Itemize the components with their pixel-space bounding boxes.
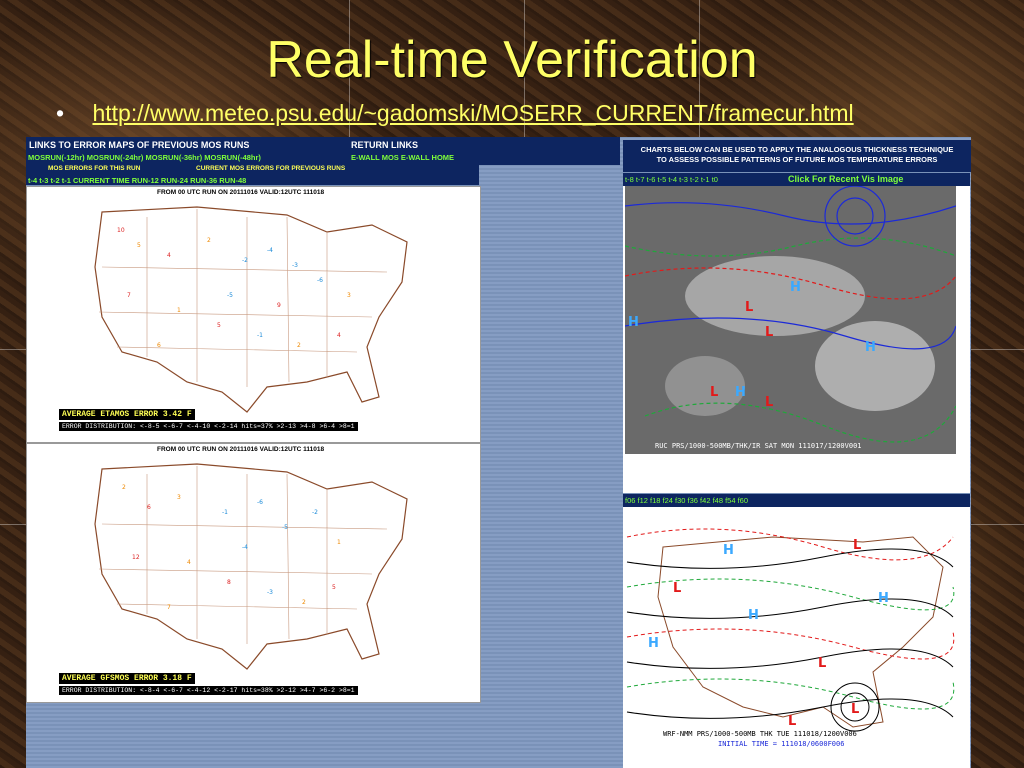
svg-text:2: 2 [122,484,126,491]
svg-text:H: H [648,636,659,651]
svg-text:-3: -3 [292,262,298,269]
wrf-forecast-panel: f06 f12 f18 f24 f30 f36 f42 f48 f54 f60 … [623,494,970,768]
svg-text:4: 4 [337,332,341,339]
forecast-hour-links[interactable]: f06 f12 f18 f24 f30 f36 f42 f48 f54 f60 [625,496,748,505]
us-outline-map: 10 5 4 2 -2 -4 -3 -6 3 7 1 5 -1 2 4 6 -5 9 [94,206,408,413]
svg-text:L: L [818,656,826,671]
svg-text:2: 2 [207,237,211,244]
average-error-label: AVERAGE ETAMOS ERROR 3.42 F [59,409,195,420]
svg-text:L: L [765,325,773,340]
bullet-marker: • [56,100,65,126]
svg-text:4: 4 [167,252,171,259]
svg-text:-4: -4 [242,544,248,551]
svg-text:3: 3 [177,494,181,501]
svg-text:9: 9 [277,302,281,309]
svg-text:12: 12 [132,554,140,561]
etamos-error-map: FROM 00 UTC RUN ON 20111016 VALID:12UTC … [26,186,481,443]
svg-text:-4: -4 [267,247,273,254]
time-tabs[interactable]: t-4 t-3 t-2 t-1 CURRENT TIME RUN-12 RUN-… [28,176,246,185]
wrf-caption-line1: WRF-NMM PRS/1000-500MB THK TUE 111018/12… [663,730,857,738]
svg-text:-6: -6 [317,277,323,284]
forecast-hour-tabs: f06 f12 f18 f24 f30 f36 f42 f48 f54 f60 [623,494,970,507]
svg-text:6: 6 [157,342,161,349]
satellite-thickness-map: LL LL HH HH RUC PRS/1000-500MB/THK/IR SA… [625,186,956,454]
recent-vis-image-link[interactable]: Click For Recent Vis Image [788,174,903,184]
error-maps-heading: LINKS TO ERROR MAPS OF PREVIOUS MOS RUNS [29,140,250,150]
error-distribution-label: ERROR DISTRIBUTION: <-8-5 <-6-7 <-4-10 <… [59,422,358,431]
svg-text:1: 1 [177,307,181,314]
svg-text:2: 2 [297,342,301,349]
previous-runs-label: CURRENT MOS ERRORS FOR PREVIOUS RUNS [196,165,346,172]
mosrun-links[interactable]: MOSRUN(-12hr) MOSRUN(-24hr) MOSRUN(-36hr… [28,153,261,162]
map-title: FROM 00 UTC RUN ON 20111016 VALID:12UTC … [157,446,325,453]
svg-text:6: 6 [147,504,151,511]
ruc-satellite-chart: LL LL HH HH RUC PRS/1000-500MB/THK/IR SA… [625,186,956,454]
svg-text:H: H [735,385,746,400]
svg-text:2: 2 [302,599,306,606]
svg-text:H: H [723,543,734,558]
time-step-links[interactable]: t-8 t-7 t-6 t-5 t-4 t-3 t-2 t-1 t0 [625,175,718,184]
left-header: LINKS TO ERROR MAPS OF PREVIOUS MOS RUNS… [26,137,620,165]
svg-text:L: L [788,714,796,729]
svg-text:5: 5 [332,584,336,591]
wrf-caption-line2: INITIAL TIME = 111018/0600F006 [718,740,844,748]
analogous-technique-line2: TO ASSESS POSSIBLE PATTERNS OF FUTURE MO… [656,155,938,164]
svg-text:-1: -1 [222,509,228,516]
svg-text:7: 7 [127,292,131,299]
svg-text:3: 3 [347,292,351,299]
web-frame: LINKS TO ERROR MAPS OF PREVIOUS MOS RUNS… [26,137,971,768]
svg-text:-6: -6 [257,499,263,506]
ewall-links[interactable]: E-WALL MOS E-WALL HOME [351,153,454,162]
svg-text:H: H [790,280,801,295]
svg-text:-3: -3 [267,589,273,596]
svg-text:4: 4 [187,559,191,566]
slide-title: Real-time Verification [266,31,758,89]
svg-text:-2: -2 [312,509,318,516]
svg-text:10: 10 [117,227,125,234]
svg-text:8: 8 [227,579,231,586]
svg-text:L: L [853,538,861,553]
svg-text:-2: -2 [242,257,248,264]
left-subheader: MOS ERRORS FOR THIS RUN CURRENT MOS ERRO… [26,165,479,185]
this-run-label: MOS ERRORS FOR THIS RUN [48,165,141,172]
svg-text:5: 5 [137,242,141,249]
analogous-technique-line1: CHARTS BELOW CAN BE USED TO APPLY THE AN… [640,145,954,154]
satellite-panel: t-8 t-7 t-6 t-5 t-4 t-3 t-2 t-1 t0 Click… [623,173,970,493]
svg-text:H: H [865,340,876,355]
svg-text:7: 7 [167,604,171,611]
svg-text:H: H [748,608,759,623]
svg-text:L: L [710,385,718,400]
svg-text:1: 1 [337,539,341,546]
svg-text:L: L [765,395,773,410]
gfsmos-error-map: FROM 00 UTC RUN ON 20111016 VALID:12UTC … [26,443,481,703]
svg-text:L: L [851,702,859,717]
svg-text:H: H [628,315,639,330]
us-outline-map: 2 6 3 -1 -6 -5 -2 1 12 4 8 -3 2 5 7 -4 [94,463,408,670]
svg-text:-5: -5 [282,524,288,531]
map-title: FROM 00 UTC RUN ON 20111016 VALID:12UTC … [157,189,325,196]
svg-text:5: 5 [217,322,221,329]
svg-text:-1: -1 [257,332,263,339]
return-links-heading: RETURN LINKS [351,140,418,150]
svg-text:L: L [673,581,681,596]
satellite-time-tabs: t-8 t-7 t-6 t-5 t-4 t-3 t-2 t-1 t0 Click… [623,173,970,186]
svg-text:H: H [878,591,889,606]
verification-url-link[interactable]: http://www.meteo.psu.edu/~gadomski/MOSER… [92,100,853,126]
satellite-caption: RUC PRS/1000-500MB/THK/IR SAT MON 111017… [655,442,862,450]
average-error-label: AVERAGE GFSMOS ERROR 3.18 F [59,673,195,684]
wrf-thickness-map: H L L H H L H L L WRF-NMM PRS/1000-500MB THK… [626,509,955,764]
error-distribution-label: ERROR DISTRIBUTION: <-8-4 <-6-7 <-4-12 <… [59,686,358,695]
right-header: CHARTS BELOW CAN BE USED TO APPLY THE AN… [623,140,971,172]
svg-text:-5: -5 [227,292,233,299]
svg-text:L: L [745,300,753,315]
bullet-item: • http://www.meteo.psu.edu/~gadomski/MOS… [56,100,854,127]
